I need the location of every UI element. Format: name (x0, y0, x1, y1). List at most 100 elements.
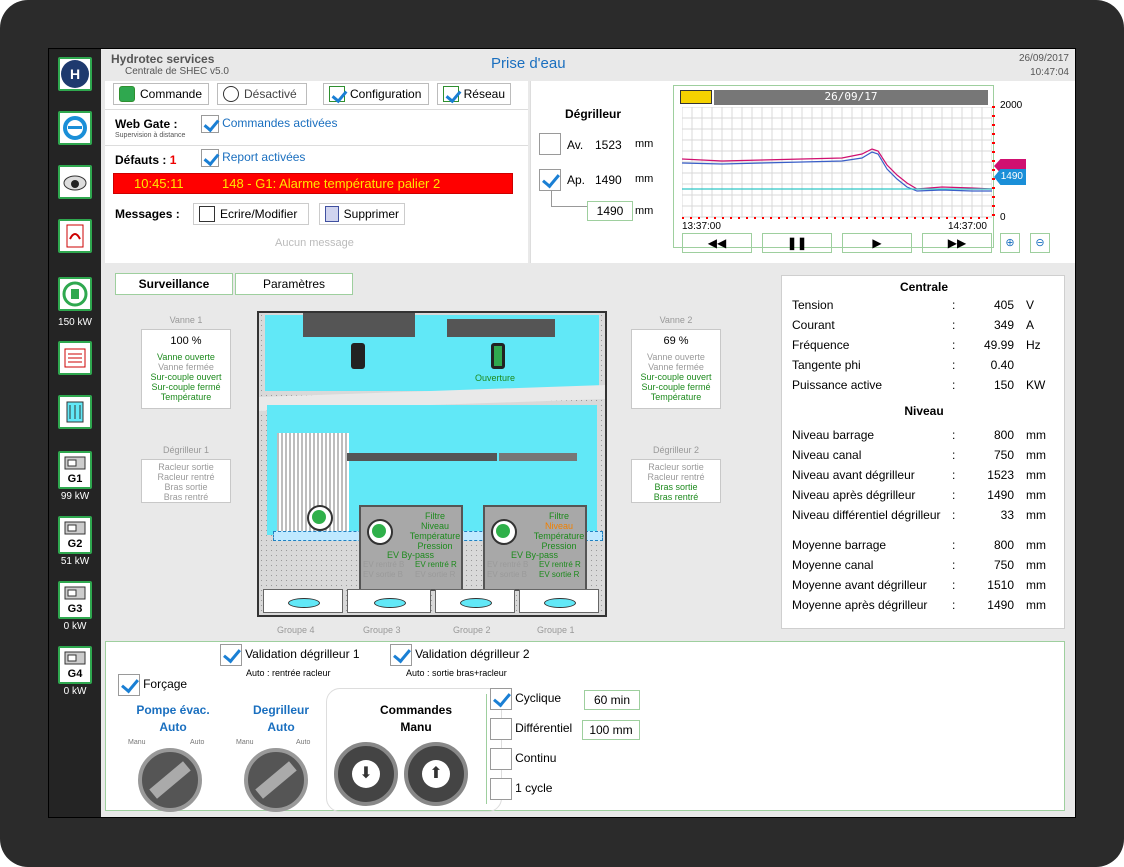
g4-button[interactable]: G4 (58, 646, 92, 684)
g1-label: G1 (67, 472, 83, 485)
pause-button[interactable]: ❚❚ (762, 233, 832, 253)
d2-ev-sortie-b: EV sortie B (487, 570, 528, 579)
measure-unit: mm (1026, 538, 1046, 552)
pompe-selector-knob[interactable] (138, 748, 202, 812)
configuration-label: Configuration (350, 87, 422, 101)
vanne1-couple-ferme: Sur-couple fermé (151, 382, 221, 392)
forcage-toggle[interactable]: Forçage (118, 674, 187, 696)
degrilleur1-unit[interactable]: Filtre Niveau Température Pression EV By… (359, 505, 463, 591)
zoom-in-button[interactable]: ⊕ (1000, 233, 1020, 253)
water-intake-button[interactable] (58, 395, 92, 429)
power-button[interactable] (58, 277, 92, 311)
valid2-toggle[interactable]: Validation dégrilleur 2 (390, 644, 530, 666)
header: Hydrotec services Centrale de SHEC v5.0 … (101, 49, 1075, 81)
measure-label: Fréquence (792, 338, 850, 352)
g4-power: 0 kW (63, 686, 87, 697)
webgate-sub: Supervision à distance (115, 132, 186, 139)
degr-selector-knob[interactable] (244, 748, 308, 812)
measure-unit: mm (1026, 558, 1046, 572)
write-message-button[interactable]: Ecrire/Modifier (193, 203, 309, 225)
valid1-toggle[interactable]: Validation dégrilleur 1 (220, 644, 360, 666)
measure-row: Tangente phi: 0.40 (792, 358, 1062, 378)
g3-label: G3 (67, 602, 83, 615)
vanne1-ouverte: Vanne ouverte (157, 352, 215, 362)
alarm-banner[interactable]: 10:45:11 148 - G1: Alarme température pa… (113, 173, 513, 194)
home-button[interactable]: H (58, 57, 92, 91)
differentiel-value[interactable]: 100 mm (582, 720, 640, 740)
measure-value: 1490 (987, 598, 1014, 612)
commande-button[interactable]: Commande (113, 83, 209, 105)
vanne2-temperature: Température (650, 392, 702, 402)
continu-checkbox[interactable] (490, 748, 512, 770)
g3-power: 0 kW (63, 621, 87, 632)
commands-checkbox[interactable] (201, 115, 219, 133)
pdf-icon (66, 224, 84, 248)
cyclique-toggle[interactable]: Cyclique (490, 688, 561, 710)
d1-ev-rentre-b: EV rentré B (363, 560, 405, 569)
delete-label: Supprimer (343, 207, 399, 221)
delete-message-button[interactable]: Supprimer (319, 203, 405, 225)
cycle-toggle[interactable]: 1 cycle (490, 778, 552, 800)
degr2-bras-sortie: Bras sortie (654, 482, 698, 492)
measure-unit: mm (1026, 468, 1046, 482)
report-checkbox[interactable] (201, 149, 219, 167)
forcage-checkbox[interactable] (118, 674, 140, 696)
vanne2-box[interactable]: 69 % Vanne ouverte Vanne fermée Sur-coup… (631, 329, 721, 409)
tab-surveillance[interactable]: Surveillance (115, 273, 233, 295)
play-button[interactable]: ▶ (842, 233, 912, 253)
cycle-checkbox[interactable] (490, 778, 512, 800)
degr1-bras-sortie: Bras sortie (164, 482, 208, 492)
degrilleur2-unit[interactable]: Filtre Niveau Température Pression EV By… (483, 505, 587, 591)
g2-label: G2 (67, 537, 83, 550)
g1-button[interactable]: G1 (58, 451, 92, 489)
fast-forward-button[interactable]: ▶▶ (922, 233, 992, 253)
configuration-button[interactable]: Configuration (323, 83, 429, 105)
d2-ev-rentre-b: EV rentré B (487, 560, 529, 569)
commande-label: Commande (140, 87, 203, 101)
measure-value: 349 (993, 318, 1014, 332)
pdf-button[interactable] (58, 219, 92, 253)
desactive-label: Désactivé (244, 87, 297, 101)
degr1-title: Dégrilleur 1 (162, 445, 210, 455)
differentiel-toggle[interactable]: Différentiel (490, 718, 572, 740)
measure-label: Moyenne avant dégrilleur (792, 578, 927, 592)
vanne1-box[interactable]: 100 % Vanne ouverte Vanne fermée Sur-cou… (141, 329, 231, 409)
ap-value: 1490 (595, 173, 622, 187)
sidebar: H 150 kW G1 99 kW G2 51 kW G3 0 kW G4 0 … (49, 49, 101, 817)
browser-button[interactable] (58, 111, 92, 145)
valid2-checkbox[interactable] (390, 644, 412, 666)
camera-button[interactable] (58, 165, 92, 199)
report-toggle[interactable]: Report activées (201, 149, 305, 167)
reseau-button[interactable]: Réseau (437, 83, 511, 105)
up-button[interactable]: ⬆ (404, 742, 468, 806)
tab-parametres[interactable]: Paramètres (235, 273, 353, 295)
pump-icon[interactable] (307, 505, 333, 531)
d1-temperature: Température (409, 531, 461, 541)
zoom-out-button[interactable]: ⊖ (1030, 233, 1050, 253)
cyclique-value[interactable]: 60 min (584, 690, 640, 710)
measure-sep: : (952, 448, 956, 462)
av-checkbox[interactable] (539, 133, 561, 155)
ap-checkbox[interactable] (539, 169, 561, 191)
measure-value: 1510 (987, 578, 1014, 592)
rewind-button[interactable]: ◀◀ (682, 233, 752, 253)
cyclique-checkbox[interactable] (490, 688, 512, 710)
degr2-box[interactable]: Racleur sortie Racleur rentré Bras sorti… (631, 459, 721, 503)
generator-icon (64, 521, 86, 534)
calendar-icon[interactable] (680, 90, 712, 104)
degr1-box[interactable]: Racleur sortie Racleur rentré Bras sorti… (141, 459, 231, 503)
valid1-checkbox[interactable] (220, 644, 242, 666)
desactive-button[interactable]: Désactivé (217, 83, 307, 105)
g3-button[interactable]: G3 (58, 581, 92, 619)
defauts-label: Défauts : 1 (115, 153, 177, 167)
down-button[interactable]: ⬇ (334, 742, 398, 806)
degr2-title: Dégrilleur 2 (652, 445, 700, 455)
trend-date: 26/09/17 (714, 90, 988, 105)
report-button[interactable] (58, 341, 92, 375)
measure-row: Niveau après dégrilleur: 1490 mm (792, 488, 1062, 508)
commands-toggle[interactable]: Commandes activées (201, 115, 337, 133)
differentiel-checkbox[interactable] (490, 718, 512, 740)
g2-button[interactable]: G2 (58, 516, 92, 554)
continu-toggle[interactable]: Continu (490, 748, 556, 770)
measure-unit: mm (1026, 488, 1046, 502)
